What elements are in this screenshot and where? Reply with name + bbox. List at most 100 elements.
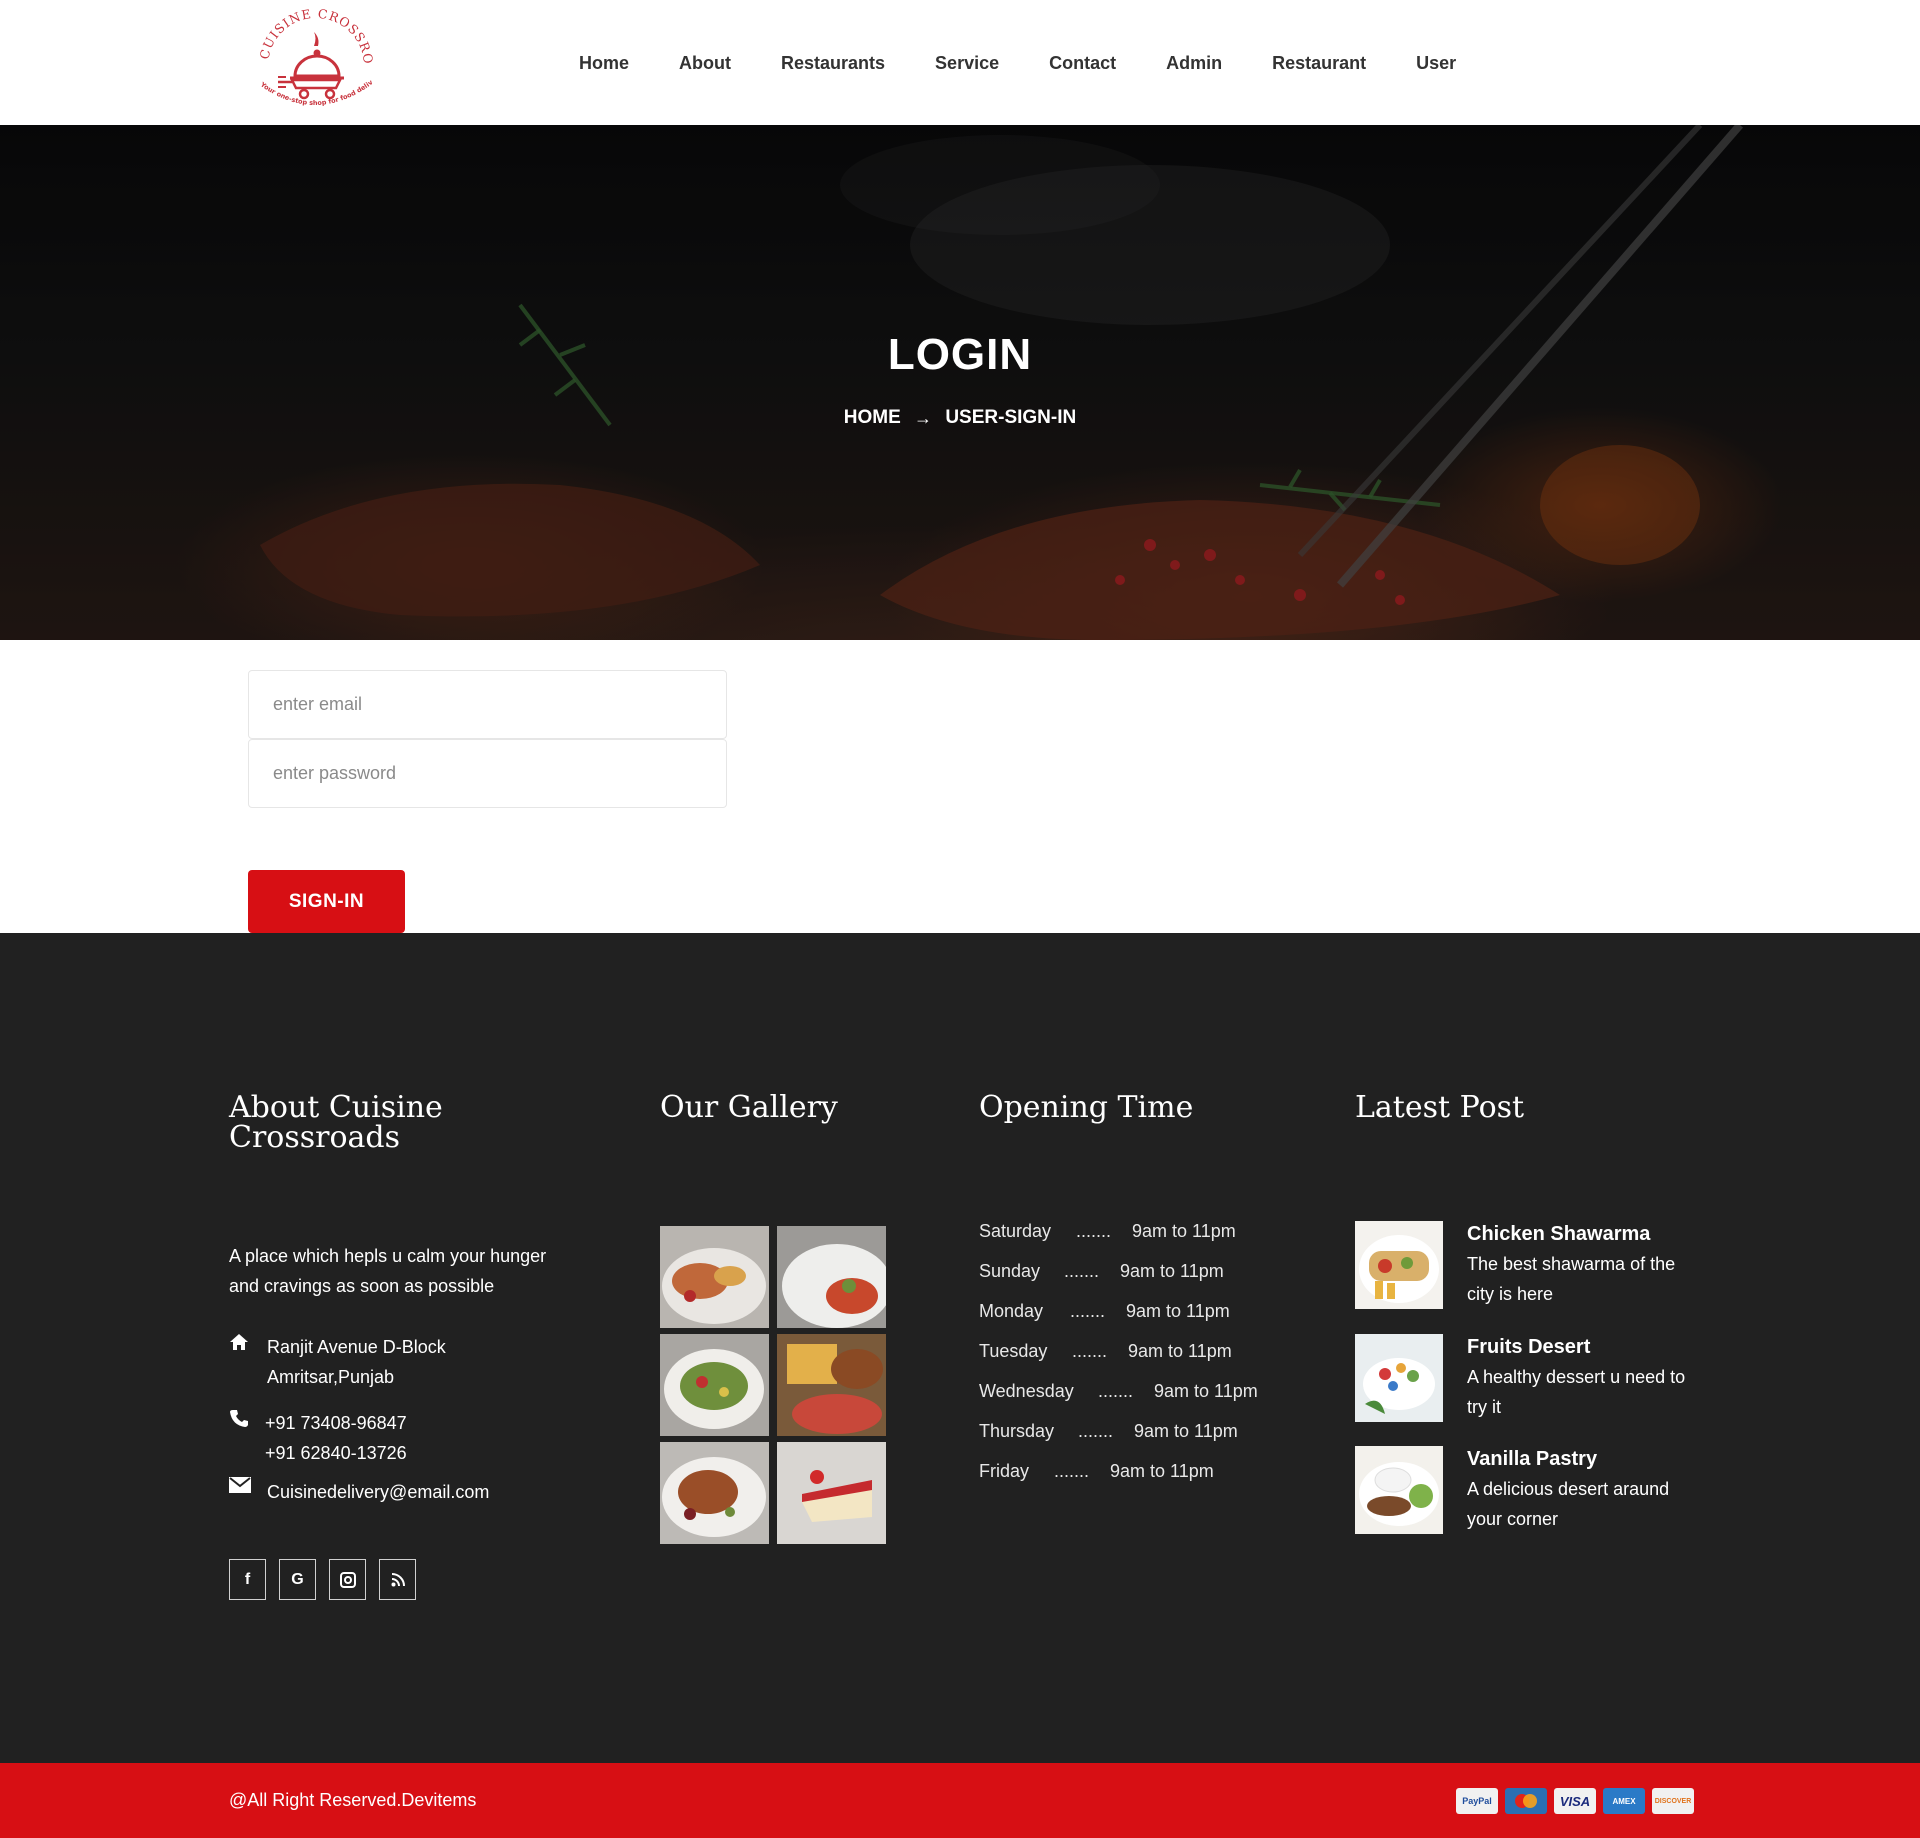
page-title: LOGIN <box>887 330 1033 379</box>
password-field[interactable] <box>248 739 727 808</box>
gallery-image[interactable] <box>660 1334 769 1436</box>
arrow-right-icon: → <box>914 407 933 428</box>
post-thumbnail[interactable] <box>1355 1221 1443 1309</box>
hours-row: Monday ....... 9am to 11pm <box>979 1301 1230 1341</box>
gallery-image[interactable] <box>660 1226 769 1328</box>
instagram-icon[interactable] <box>329 1559 366 1600</box>
gallery-image[interactable] <box>777 1334 886 1436</box>
gallery-image[interactable] <box>777 1226 886 1328</box>
breadcrumb-home[interactable]: HOME <box>844 407 901 429</box>
email-field[interactable] <box>248 670 727 739</box>
hours-day: Monday <box>979 1301 1044 1321</box>
hours-row: Saturday ....... 9am to 11pm <box>979 1221 1236 1261</box>
hours-dots: ....... <box>1070 1301 1106 1321</box>
footer-hours-title: Opening Time <box>979 1090 1194 1125</box>
footer-about: About Cuisine Crossroads A place which h… <box>229 1090 569 1600</box>
hours-row: Sunday ....... 9am to 11pm <box>979 1261 1224 1301</box>
paypal-icon: PayPal <box>1456 1788 1498 1814</box>
hours-day: Tuesday <box>979 1341 1048 1361</box>
banner-background-image <box>0 125 1920 640</box>
amex-icon: AMEX <box>1603 1788 1645 1814</box>
hours-dots: ....... <box>1078 1421 1114 1441</box>
footer-gallery-title: Our Gallery <box>660 1090 838 1125</box>
nav-admin[interactable]: Admin <box>1141 52 1247 74</box>
phone-number-1[interactable]: +91 73408-96847 <box>265 1408 407 1438</box>
post-title[interactable]: Fruits Desert <box>1467 1336 1590 1359</box>
nav-service[interactable]: Service <box>910 52 1024 74</box>
gallery-image[interactable] <box>660 1442 769 1544</box>
hours-dots: ....... <box>1054 1461 1090 1481</box>
social-links: f G <box>229 1559 416 1600</box>
post-description: The best shawarma of the city is here <box>1467 1254 1676 1304</box>
main-nav: Home About Restaurants Service Contact A… <box>556 52 1481 74</box>
hours-time: 9am to 11pm <box>1110 1461 1214 1481</box>
discover-icon: DISCOVER <box>1652 1788 1694 1814</box>
address-row: Ranjit Avenue D-Block Amritsar,Punjab <box>229 1332 446 1392</box>
copyright-text: @All Right Reserved.Devitems <box>229 1790 477 1810</box>
facebook-icon[interactable]: f <box>229 1559 266 1600</box>
footer-gallery: Our Gallery <box>660 1090 900 1544</box>
breadcrumb: HOME → USER-SIGN-IN <box>0 407 1920 429</box>
google-icon[interactable]: G <box>279 1559 316 1600</box>
hours-day: Sunday <box>979 1261 1041 1281</box>
hours-dots: ....... <box>1072 1341 1108 1361</box>
visa-icon: VISA <box>1554 1788 1596 1814</box>
address-line-1: Ranjit Avenue D-Block <box>267 1337 446 1357</box>
nav-restaurants[interactable]: Restaurants <box>756 52 910 74</box>
phone-row: +91 73408-96847 +91 62840-13726 <box>229 1408 407 1468</box>
address-line-2: Amritsar,Punjab <box>267 1367 395 1387</box>
post-title[interactable]: Chicken Shawarma <box>1467 1223 1650 1246</box>
page-banner: LOGIN HOME → USER-SIGN-IN <box>0 125 1920 640</box>
hours-row: Wednesday ....... 9am to 11pm <box>979 1381 1258 1421</box>
post-thumbnail[interactable] <box>1355 1334 1443 1422</box>
nav-home[interactable]: Home <box>556 52 654 74</box>
hours-day: Saturday <box>979 1221 1052 1241</box>
nav-about[interactable]: About <box>654 52 756 74</box>
hours-time: 9am to 11pm <box>1126 1301 1230 1321</box>
copyright-bar: @All Right Reserved.Devitems PayPal VISA… <box>0 1763 1920 1838</box>
hours-dots: ....... <box>1076 1221 1112 1241</box>
site-header: CUISINE CROSSROADS Your one-stop shop fo… <box>0 0 1920 125</box>
login-form <box>248 670 727 808</box>
mail-icon <box>229 1477 267 1507</box>
site-footer: About Cuisine Crossroads A place which h… <box>0 933 1920 1763</box>
sign-in-button[interactable]: SIGN-IN <box>248 870 405 933</box>
hours-day: Thursday <box>979 1421 1055 1441</box>
hours-time: 9am to 11pm <box>1134 1421 1238 1441</box>
hours-list: Saturday ....... 9am to 11pm Sunday ....… <box>979 1221 1258 1501</box>
hours-day: Wednesday <box>979 1381 1074 1401</box>
breadcrumb-current: USER-SIGN-IN <box>945 407 1077 428</box>
post-item[interactable]: Fruits Desert A healthy dessert u need t… <box>1355 1334 1715 1424</box>
nav-contact[interactable]: Contact <box>1024 52 1141 74</box>
footer-latest-post: Latest Post Chicken Shawarma The best sh… <box>1355 1090 1715 1534</box>
hours-row: Tuesday ....... 9am to 11pm <box>979 1341 1232 1381</box>
phone-icon <box>229 1408 267 1468</box>
footer-posts-title: Latest Post <box>1355 1090 1525 1125</box>
mastercard-icon <box>1505 1788 1547 1814</box>
nav-user[interactable]: User <box>1391 52 1481 74</box>
hours-row: Thursday ....... 9am to 11pm <box>979 1421 1238 1461</box>
hours-dots: ....... <box>1064 1261 1100 1281</box>
post-description: A healthy dessert u need to try it <box>1467 1367 1686 1417</box>
phone-number-2[interactable]: +91 62840-13726 <box>265 1438 407 1468</box>
contact-email[interactable]: Cuisinedelivery@email.com <box>267 1477 489 1507</box>
rss-icon[interactable] <box>379 1559 416 1600</box>
hours-time: 9am to 11pm <box>1132 1221 1236 1241</box>
footer-opening-time: Opening Time Saturday ....... 9am to 11p… <box>979 1090 1309 1482</box>
nav-restaurant[interactable]: Restaurant <box>1247 52 1391 74</box>
post-item[interactable]: Chicken Shawarma The best shawarma of th… <box>1355 1221 1715 1311</box>
hours-day: Friday <box>979 1461 1030 1481</box>
hours-time: 9am to 11pm <box>1120 1261 1224 1281</box>
post-description: A delicious desert araund your corner <box>1467 1479 1670 1529</box>
footer-about-title: About Cuisine Crossroads <box>229 1090 443 1155</box>
post-thumbnail[interactable] <box>1355 1446 1443 1534</box>
gallery-grid <box>660 1226 886 1544</box>
email-row: Cuisinedelivery@email.com <box>229 1477 489 1507</box>
post-item[interactable]: Vanilla Pastry A delicious desert araund… <box>1355 1446 1715 1536</box>
payment-methods: PayPal VISA AMEX DISCOVER <box>1456 1788 1694 1814</box>
hours-time: 9am to 11pm <box>1128 1341 1232 1361</box>
hours-time: 9am to 11pm <box>1154 1381 1258 1401</box>
site-logo[interactable]: CUISINE CROSSROADS Your one-stop shop fo… <box>242 0 382 118</box>
post-title[interactable]: Vanilla Pastry <box>1467 1448 1597 1471</box>
gallery-image[interactable] <box>777 1442 886 1544</box>
